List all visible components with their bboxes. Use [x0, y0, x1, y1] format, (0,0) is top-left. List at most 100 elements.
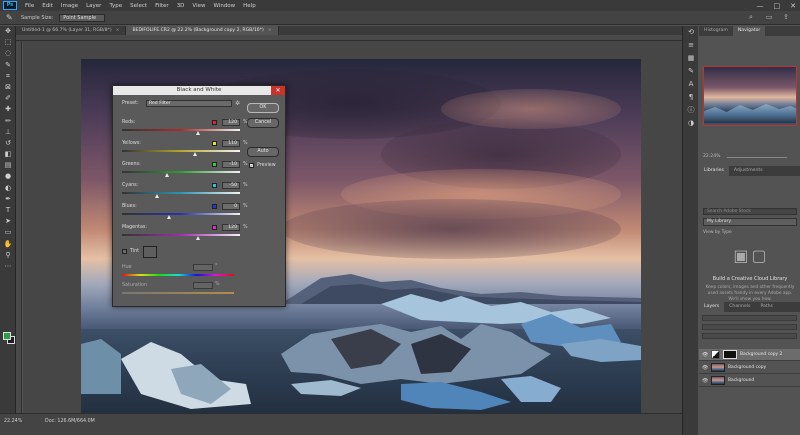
share-icon[interactable]: ⇪: [783, 13, 792, 22]
quick-select-tool-icon[interactable]: ✎: [0, 60, 16, 71]
brush-tool-icon[interactable]: ✏: [0, 116, 16, 127]
blend-mode-select[interactable]: [702, 324, 797, 330]
blur-tool-icon[interactable]: ●: [0, 171, 16, 182]
navigator-zoom-slider[interactable]: [727, 157, 787, 158]
yellows-value-input[interactable]: 110: [222, 140, 240, 147]
tab-libraries[interactable]: Libraries: [699, 166, 729, 176]
library-search-input[interactable]: Search Adobe Stock: [703, 208, 797, 215]
character-icon[interactable]: A: [683, 78, 699, 91]
saturation-slider-bar[interactable]: [122, 292, 234, 294]
clone-stamp-icon[interactable]: ⊥: [0, 127, 16, 138]
tint-color-swatch[interactable]: [143, 246, 157, 258]
maximize-button[interactable]: □: [774, 2, 781, 10]
tab-channels[interactable]: Channels: [724, 302, 755, 312]
saturation-value-input[interactable]: [193, 282, 213, 289]
healing-brush-icon[interactable]: ✚: [0, 104, 16, 115]
auto-button[interactable]: Auto: [247, 147, 279, 157]
view-by-type[interactable]: View by Type: [703, 230, 732, 235]
greens-slider-thumb[interactable]: [164, 173, 169, 177]
visibility-eye-icon[interactable]: 👁: [702, 352, 708, 358]
minimize-button[interactable]: —: [757, 2, 764, 10]
cyans-slider-thumb[interactable]: [155, 194, 160, 198]
library-select[interactable]: My Library: [703, 218, 797, 226]
menu-type[interactable]: Type: [105, 3, 126, 9]
navigator-thumbnail[interactable]: [703, 66, 797, 126]
greens-value-input[interactable]: -10: [222, 161, 240, 168]
history-brush-icon[interactable]: ↺: [0, 138, 16, 149]
yellows-slider-thumb[interactable]: [193, 152, 198, 156]
layer-row[interactable]: 👁 Background copy 2: [699, 349, 800, 361]
menu-image[interactable]: Image: [57, 3, 82, 9]
menu-file[interactable]: File: [21, 3, 38, 9]
blues-slider-thumb[interactable]: [167, 215, 172, 219]
navigator-zoom[interactable]: 22.24%: [703, 154, 721, 159]
dodge-tool-icon[interactable]: ◐: [0, 183, 16, 194]
tab-histogram[interactable]: Histogram: [699, 26, 733, 36]
tab-layers[interactable]: Layers: [699, 302, 725, 312]
foreground-color[interactable]: [3, 332, 11, 340]
history-icon[interactable]: ⟲: [683, 26, 699, 39]
reds-value-input[interactable]: 120: [222, 119, 240, 126]
gradient-tool-icon[interactable]: ▤: [0, 160, 16, 171]
type-tool-icon[interactable]: T: [0, 205, 16, 216]
tab-active-document[interactable]: BEDIFOLIFE.CR2 @ 22.2% (Background copy …: [126, 26, 279, 35]
tab-adjustments[interactable]: Adjustments: [729, 166, 768, 176]
tint-check-box[interactable]: [122, 249, 127, 254]
preview-checkbox[interactable]: ✓ Preview: [249, 163, 276, 168]
swatches-icon[interactable]: ▦: [683, 52, 699, 65]
color-swatches[interactable]: [3, 332, 15, 344]
zoom-level[interactable]: 22.24%: [4, 419, 22, 424]
sample-size-select[interactable]: Point Sample: [59, 13, 106, 22]
preview-check-icon[interactable]: ✓: [249, 163, 254, 168]
dialog-close-button[interactable]: ✕: [271, 86, 285, 95]
layer-mask-thumbnail[interactable]: [723, 350, 737, 359]
brush-settings-icon[interactable]: ✎: [683, 65, 699, 78]
shape-tool-icon[interactable]: ▭: [0, 227, 16, 238]
tint-checkbox[interactable]: Tint: [122, 249, 139, 254]
magentas-value-input[interactable]: 120: [222, 224, 240, 231]
eyedropper-icon[interactable]: ✐: [0, 93, 16, 104]
layer-row[interactable]: 👁 Background: [699, 375, 800, 387]
layer-kind-filter[interactable]: [702, 315, 797, 321]
tab-paths[interactable]: Paths: [755, 302, 778, 312]
lasso-tool-icon[interactable]: ◌: [0, 48, 16, 59]
crop-tool-icon[interactable]: ⌗: [0, 71, 16, 82]
tab-close-icon[interactable]: ×: [268, 28, 272, 33]
magentas-slider-thumb[interactable]: [195, 236, 200, 240]
menu-3d[interactable]: 3D: [173, 3, 189, 9]
pen-tool-icon[interactable]: ✒: [0, 194, 16, 205]
layer-row[interactable]: 👁 Background copy: [699, 362, 800, 374]
eraser-tool-icon[interactable]: ◧: [0, 149, 16, 160]
path-select-icon[interactable]: ➤: [0, 216, 16, 227]
search-icon[interactable]: ⌕: [749, 13, 758, 22]
ok-button[interactable]: OK: [247, 103, 279, 113]
zoom-tool-icon[interactable]: ⚲: [0, 250, 16, 261]
menu-help[interactable]: Help: [239, 3, 260, 9]
frame-tool-icon[interactable]: ⊠: [0, 82, 16, 93]
close-window-button[interactable]: ✕: [790, 2, 796, 10]
move-tool-icon[interactable]: ✥: [0, 26, 16, 37]
tab-navigator[interactable]: Navigator: [732, 26, 766, 36]
menu-edit[interactable]: Edit: [38, 3, 57, 9]
menu-filter[interactable]: Filter: [151, 3, 173, 9]
menu-layer[interactable]: Layer: [82, 3, 105, 9]
paragraph-icon[interactable]: ¶: [683, 91, 699, 104]
hand-tool-icon[interactable]: ✋: [0, 239, 16, 250]
marquee-tool-icon[interactable]: ⬚: [0, 37, 16, 48]
document-size[interactable]: Doc: 126.6M/664.0M: [45, 419, 95, 424]
tab-close-icon[interactable]: ×: [116, 28, 120, 33]
more-tools-icon[interactable]: ⋯: [0, 261, 16, 272]
menu-window[interactable]: Window: [209, 3, 239, 9]
visibility-eye-icon[interactable]: 👁: [702, 365, 708, 371]
properties-icon[interactable]: ≡: [683, 39, 699, 52]
adjust-icon[interactable]: ◑: [683, 117, 699, 130]
cancel-button[interactable]: Cancel: [247, 118, 279, 128]
workspace-icon[interactable]: ▭: [766, 13, 775, 22]
menu-select[interactable]: Select: [126, 3, 151, 9]
visibility-eye-icon[interactable]: 👁: [702, 378, 708, 384]
menu-view[interactable]: View: [188, 3, 209, 9]
lock-options[interactable]: [702, 333, 797, 339]
hue-slider-bar[interactable]: [122, 274, 234, 276]
blues-value-input[interactable]: 0: [222, 203, 240, 210]
cyans-value-input[interactable]: -50: [222, 182, 240, 189]
